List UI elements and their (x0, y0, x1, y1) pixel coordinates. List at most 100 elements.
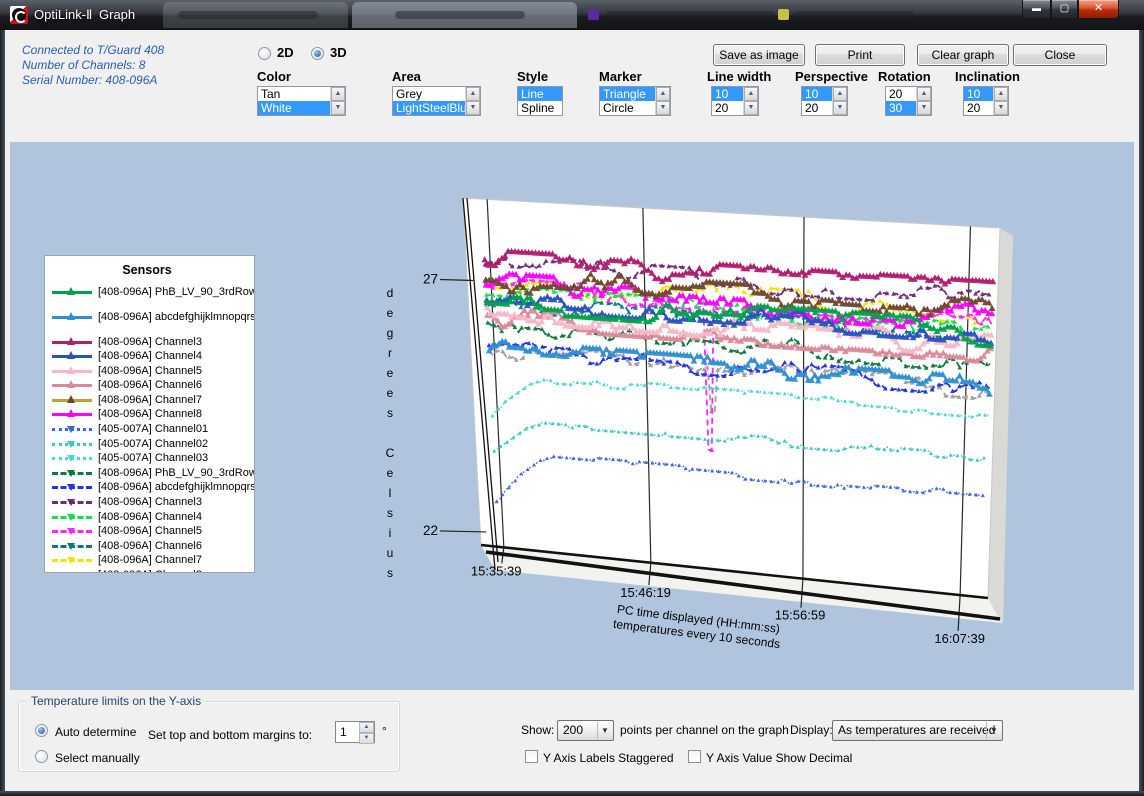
scroll-up-icon[interactable]: ▲ (917, 87, 931, 101)
scroll-down-icon[interactable]: ▼ (994, 101, 1008, 115)
listbox-option[interactable]: 30 (886, 101, 916, 115)
listbox-option[interactable]: 10 (802, 87, 832, 101)
print-button[interactable]: Print (815, 44, 905, 66)
menu-graph[interactable]: Graph (99, 7, 135, 22)
scroll-down-icon[interactable]: ▼ (833, 101, 847, 115)
legend-rows: [408-096A] PhB_LV_90_3rdRow [408-096A] ab… (52, 285, 254, 573)
listbox-option[interactable]: White (258, 101, 330, 115)
legend-item[interactable]: [408-096A] Channel8 (52, 408, 254, 421)
listbox-scrollbar[interactable]: ▲▼ (465, 87, 480, 115)
close-button[interactable]: ✕ (1078, 0, 1119, 19)
listbox-option[interactable]: 20 (802, 101, 832, 115)
listbox-scrollbar[interactable]: ▲▼ (832, 87, 847, 115)
legend-item[interactable]: [408-096A] abcdefghijklmnopqrs (52, 481, 254, 494)
window-border-bottom (0, 791, 1144, 796)
radio-2d[interactable] (258, 47, 271, 60)
auto-determine-radio[interactable] (35, 724, 48, 737)
legend-item[interactable]: [408-096A] Channel4 (52, 510, 254, 523)
display-mode-dropdown[interactable]: As temperatures are received ▼ (832, 720, 1003, 741)
y-axis-decimal-checkbox[interactable] (688, 750, 701, 763)
legend-item[interactable]: [408-096A] Channel3 (52, 335, 254, 348)
line-width-listbox[interactable]: 1020▲▼ (711, 86, 759, 116)
legend-item[interactable]: [408-096A] Channel8 (52, 569, 254, 574)
minimize-button[interactable]: ▬ (1022, 0, 1051, 19)
legend-item[interactable]: [408-096A] abcdefghijklmnopqrs (52, 310, 254, 323)
listbox-option[interactable]: 10 (964, 87, 993, 101)
maximize-button[interactable]: ▢ (1051, 0, 1078, 19)
scroll-up-icon[interactable]: ▲ (744, 87, 758, 101)
radio-3d[interactable] (311, 47, 324, 60)
area-listbox[interactable]: GreyLightSteelBlue▲▼ (392, 86, 481, 116)
legend-item[interactable]: [408-096A] Channel6 (52, 379, 254, 392)
legend-item[interactable]: [408-096A] Channel7 (52, 393, 254, 406)
title-bar: OptiLink-Ⅱ Graph ▬ ▢ ✕ (0, 0, 1144, 30)
scroll-down-icon[interactable]: ▼ (656, 101, 670, 115)
listbox-option[interactable]: LightSteelBlue (393, 101, 465, 115)
scroll-up-icon[interactable]: ▲ (656, 87, 670, 101)
scroll-down-icon[interactable]: ▼ (744, 101, 758, 115)
select-manually-label: Select manually (55, 751, 140, 765)
y-axis-staggered-checkbox[interactable] (525, 750, 538, 763)
radio-3d-label: 3D (330, 45, 347, 60)
margins-value[interactable]: 1 (336, 722, 359, 742)
listbox-scrollbar[interactable]: ▲▼ (993, 87, 1008, 115)
listbox-option[interactable]: 10 (712, 87, 743, 101)
legend-item[interactable]: [405-007A] Channel01 (52, 423, 254, 436)
legend-item[interactable]: [405-007A] Channel03 (52, 452, 254, 465)
listbox-option[interactable]: 20 (886, 87, 916, 101)
show-points-dropdown[interactable]: 200 ▼ (557, 720, 614, 741)
inclination-listbox[interactable]: 1020▲▼ (963, 86, 1009, 116)
margins-spinner[interactable]: 1 ▲ ▼ (335, 721, 375, 743)
y-axis-decimal-label: Y Axis Value Show Decimal (706, 751, 852, 765)
listbox-option[interactable]: Line (518, 87, 562, 101)
scroll-up-icon[interactable]: ▲ (331, 87, 345, 101)
color-listbox[interactable]: TanWhite▲▼ (257, 86, 346, 116)
rotation-listbox[interactable]: 2030▲▼ (885, 86, 932, 116)
legend-item-label: [408-096A] Channel4 (98, 350, 202, 362)
spinner-down-icon[interactable]: ▼ (359, 733, 374, 744)
marker-listbox[interactable]: TriangleCircle▲▼ (599, 86, 671, 116)
scroll-down-icon[interactable]: ▼ (917, 101, 931, 115)
svg-text:15:35:39: 15:35:39 (471, 563, 522, 578)
select-manually-radio[interactable] (35, 750, 48, 763)
dropdown-arrow-icon: ▼ (986, 722, 1001, 739)
legend-item-label: [408-096A] Channel3 (98, 336, 202, 348)
legend-item[interactable]: [408-096A] Channel4 (52, 350, 254, 363)
legend-box: Sensors [408-096A] PhB_LV_90_3rdRow[408-… (44, 255, 255, 573)
background-tab-text (178, 11, 318, 19)
legend-item[interactable]: [408-096A] PhB_LV_90_3rdRow (52, 285, 254, 298)
listbox-option[interactable]: Triangle (600, 87, 655, 101)
legend-marker-triangle-icon (67, 312, 75, 320)
listbox-scrollbar[interactable]: ▲▼ (655, 87, 670, 115)
scroll-up-icon[interactable]: ▲ (833, 87, 847, 101)
legend-item[interactable]: [408-096A] Channel7 (52, 554, 254, 567)
spinner-up-icon[interactable]: ▲ (359, 722, 374, 733)
legend-item[interactable]: [408-096A] Channel6 (52, 539, 254, 552)
scroll-up-icon[interactable]: ▲ (466, 87, 480, 101)
clear-graph-button[interactable]: Clear graph (917, 44, 1009, 66)
listbox-scrollbar[interactable]: ▲▼ (743, 87, 758, 115)
close-graph-button[interactable]: Close (1013, 44, 1107, 66)
listbox-option[interactable]: Grey (393, 87, 465, 101)
legend-item[interactable]: [405-007A] Channel02 (52, 437, 254, 450)
listbox-option[interactable]: 20 (964, 101, 993, 115)
style-listbox[interactable]: LineSpline (517, 86, 563, 116)
legend-item-label: [408-096A] Channel7 (98, 394, 202, 406)
svg-text:15:46:19: 15:46:19 (620, 585, 671, 600)
listbox-option[interactable]: Tan (258, 87, 330, 101)
scroll-down-icon[interactable]: ▼ (331, 101, 345, 115)
listbox-scrollbar[interactable]: ▲▼ (916, 87, 931, 115)
style-label: Style (517, 69, 548, 84)
listbox-option[interactable]: Spline (518, 101, 562, 115)
save-as-image-button[interactable]: Save as image (713, 44, 805, 66)
legend-item[interactable]: [408-096A] Channel5 (52, 525, 254, 538)
listbox-scrollbar[interactable]: ▲▼ (330, 87, 345, 115)
scroll-down-icon[interactable]: ▼ (466, 101, 480, 115)
legend-item[interactable]: [408-096A] PhB_LV_90_3rdRow (52, 466, 254, 479)
listbox-option[interactable]: 20 (712, 101, 743, 115)
listbox-option[interactable]: Circle (600, 101, 655, 115)
legend-item[interactable]: [408-096A] Channel3 (52, 496, 254, 509)
legend-item[interactable]: [408-096A] Channel5 (52, 364, 254, 377)
perspective-listbox[interactable]: 1020▲▼ (801, 86, 848, 116)
scroll-up-icon[interactable]: ▲ (994, 87, 1008, 101)
